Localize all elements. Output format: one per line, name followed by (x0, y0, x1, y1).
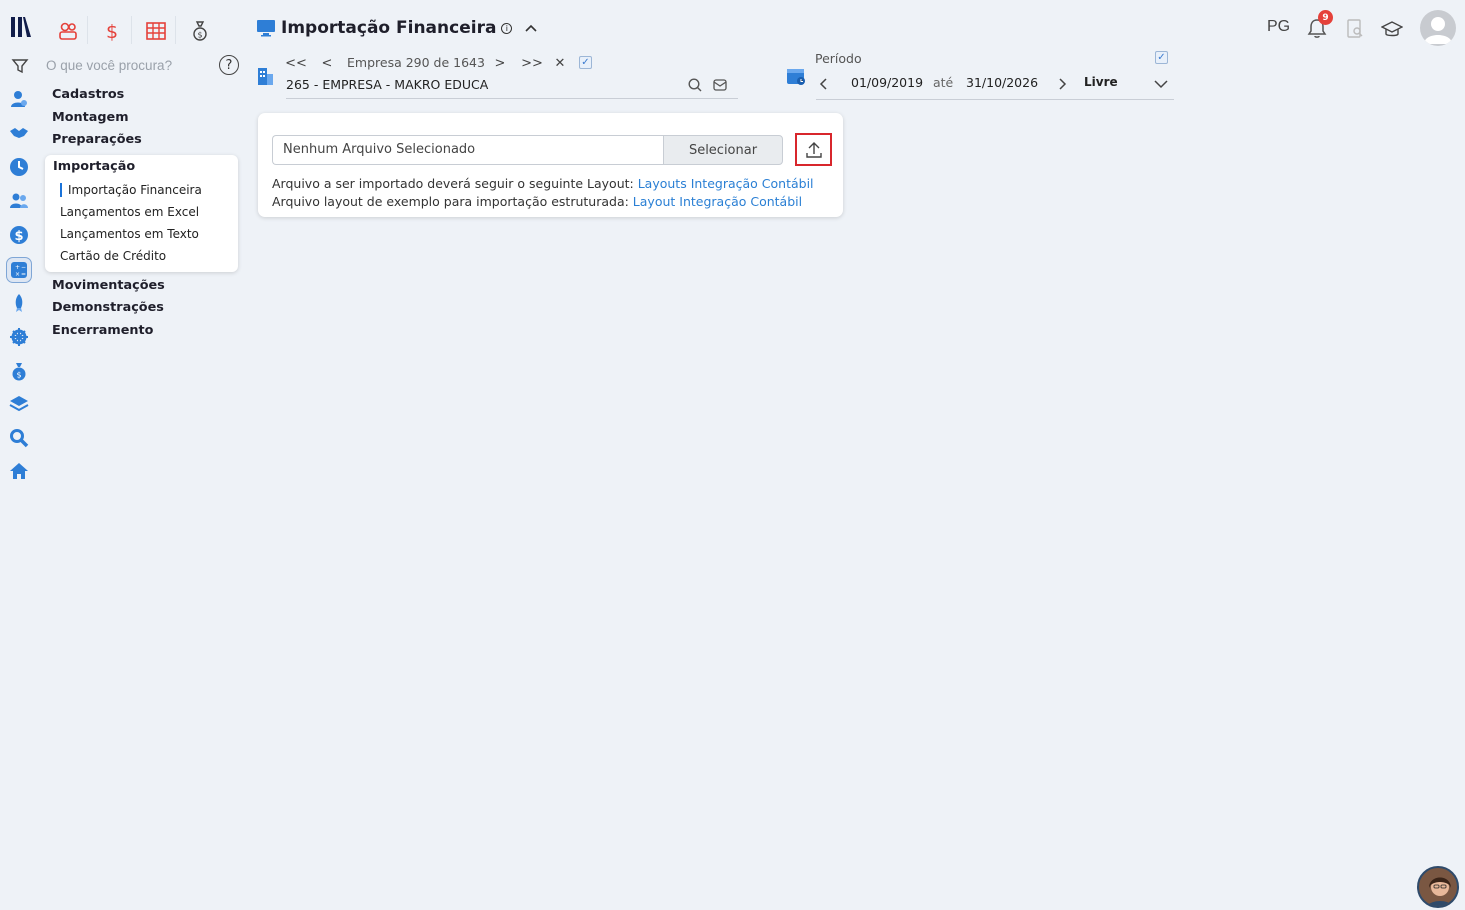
menu-item-preparacoes[interactable]: Preparações (52, 132, 142, 147)
empresa-selector: << < Empresa 290 de 1643 > >> ✕ ✓ 265 - … (256, 52, 738, 100)
user-avatar-icon (1424, 17, 1452, 44)
mail-icon[interactable] (712, 77, 728, 93)
submenu-item-lancamentos-texto[interactable]: Lançamentos em Texto (60, 227, 199, 241)
gear-network-icon[interactable] (8, 326, 30, 348)
menu-item-encerramento[interactable]: Encerramento (52, 323, 153, 338)
calendar-icon (787, 69, 805, 85)
submenu-item-lancamentos-excel[interactable]: Lançamentos em Excel (60, 205, 199, 219)
periodo-label: Período (815, 51, 862, 66)
upload-card: Nenhum Arquivo Selecionado Selecionar Ar… (258, 113, 843, 217)
periodo-checkbox[interactable]: ✓ (1155, 51, 1168, 64)
empresa-checkbox[interactable]: ✓ (579, 56, 592, 69)
empresa-underline (286, 98, 738, 99)
select-file-button[interactable]: Selecionar (663, 135, 783, 165)
layout-integracao-link[interactable]: Layout Integração Contábil (633, 194, 802, 209)
document-search-icon[interactable] (1344, 18, 1366, 40)
info-icon[interactable]: i (501, 22, 513, 34)
example-info-line: Arquivo layout de exemplo para importaçã… (272, 194, 802, 209)
help-icon[interactable]: ? (219, 55, 239, 75)
periodo-underline (816, 99, 1174, 100)
assistant-avatar[interactable] (1417, 866, 1459, 908)
last-empresa-button[interactable]: >> (521, 55, 543, 71)
submenu-item-cartao-credito[interactable]: Cartão de Crédito (60, 249, 166, 263)
upload-icon (805, 141, 822, 158)
layout-info-line: Arquivo a ser importado deverá seguir o … (272, 176, 814, 191)
svg-text:$: $ (197, 31, 202, 40)
empresa-name[interactable]: 265 - EMPRESA - MAKRO EDUCA (286, 77, 488, 92)
money-bag-icon[interactable]: $ (8, 360, 30, 382)
shortcut-divider (131, 16, 132, 44)
dollar-icon[interactable]: $ (8, 224, 30, 246)
prev-period-icon[interactable] (818, 78, 830, 90)
chevron-up-icon[interactable] (524, 21, 538, 35)
avatar[interactable] (1420, 10, 1456, 46)
menu-item-cadastros[interactable]: Cadastros (52, 87, 124, 102)
app-logo[interactable] (8, 14, 34, 42)
prev-empresa-button[interactable]: < (322, 55, 333, 71)
calculator-icon[interactable]: + − × = (6, 257, 32, 283)
people-icon[interactable] (8, 190, 30, 212)
empresa-counter: Empresa 290 de 1643 (347, 55, 485, 70)
layouts-integracao-link[interactable]: Layouts Integração Contábil (638, 176, 814, 191)
menu-item-montagem[interactable]: Montagem (52, 110, 129, 125)
periodo-separator: até (933, 75, 954, 90)
shortcut-dollar-icon[interactable]: $ (98, 17, 126, 45)
svg-text:$: $ (106, 21, 118, 42)
chevron-down-icon[interactable] (1154, 78, 1168, 90)
shortcut-people-icon[interactable] (54, 17, 82, 45)
page-header: Importação Financeira i (256, 15, 538, 41)
notification-badge: 9 (1318, 10, 1333, 25)
person-add-icon[interactable] (8, 88, 30, 110)
menu-item-importacao[interactable]: Importação (53, 159, 135, 174)
file-name-field[interactable]: Nenhum Arquivo Selecionado (272, 135, 664, 165)
layers-icon[interactable] (8, 393, 30, 415)
submenu-item-importacao-financeira[interactable]: Importação Financeira (60, 183, 202, 197)
svg-text:+: + (15, 264, 20, 271)
periodo-selector: Período ✓ 01/09/2019 até 31/10/2026 Livr… (786, 48, 1174, 102)
svg-text:$: $ (14, 229, 23, 244)
search-input[interactable] (46, 56, 216, 74)
periodo-mode[interactable]: Livre (1084, 75, 1118, 93)
shortcut-table-icon[interactable] (142, 17, 170, 45)
clock-icon[interactable] (8, 156, 30, 178)
periodo-start[interactable]: 01/09/2019 (851, 75, 923, 93)
clear-empresa-button[interactable]: ✕ (553, 55, 567, 71)
submenu-importacao: Importação Importação Financeira Lançame… (45, 155, 238, 272)
example-info-text: Arquivo layout de exemplo para importaçã… (272, 194, 633, 209)
graduation-cap-icon[interactable] (1381, 18, 1403, 40)
page-title: Importação Financeira (281, 18, 497, 38)
first-empresa-button[interactable]: << (285, 55, 307, 71)
svg-text:−: − (21, 264, 26, 271)
svg-text:=: = (21, 271, 26, 278)
periodo-end[interactable]: 31/10/2026 (966, 75, 1038, 93)
shortcut-divider (87, 16, 88, 44)
rocket-icon[interactable] (8, 292, 30, 314)
search-icon[interactable] (8, 427, 30, 449)
search-icon[interactable] (687, 77, 703, 93)
filter-icon[interactable] (11, 57, 29, 75)
icon-rail: $ + − × = $ (0, 0, 38, 910)
shortcut-divider (175, 16, 176, 44)
svg-text:$: $ (16, 371, 21, 380)
shortcut-money-bag-icon[interactable]: $ (186, 17, 214, 45)
svg-text:×: × (15, 271, 20, 278)
handshake-icon[interactable] (8, 122, 30, 144)
assistant-face-icon (1426, 877, 1454, 906)
home-icon[interactable] (8, 460, 30, 482)
monitor-icon (257, 20, 275, 37)
next-period-icon[interactable] (1056, 78, 1068, 90)
upload-button[interactable] (795, 133, 832, 166)
layout-info-text: Arquivo a ser importado deverá seguir o … (272, 176, 638, 191)
menu-item-demonstracoes[interactable]: Demonstrações (52, 300, 164, 315)
menu-item-movimentacoes[interactable]: Movimentações (52, 278, 165, 293)
next-empresa-button[interactable]: > (495, 55, 506, 71)
building-icon (258, 68, 273, 85)
user-initials[interactable]: PG (1267, 18, 1290, 36)
